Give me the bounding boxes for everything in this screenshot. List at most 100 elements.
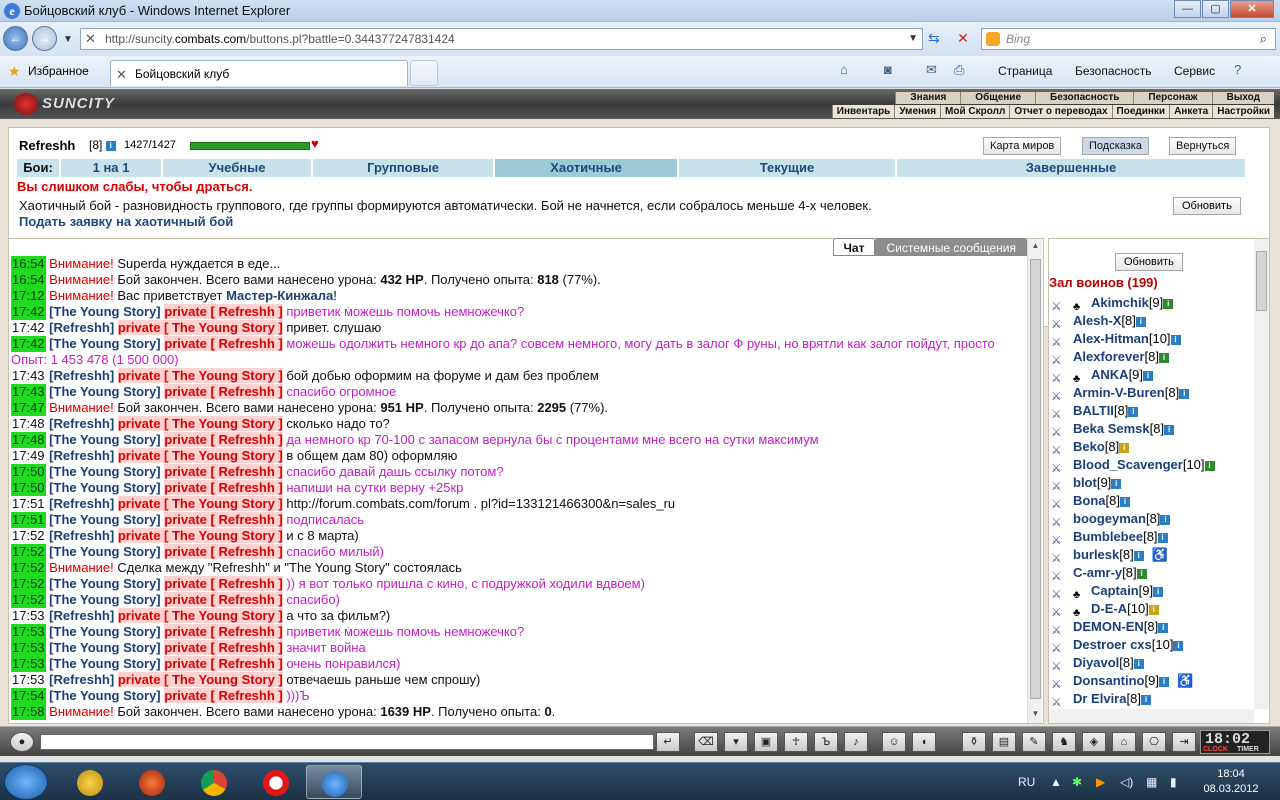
menu-skills[interactable]: Умения [894,105,941,118]
private-label[interactable]: private [ Refreshh ] [164,480,283,495]
fight-status-icon[interactable]: ⚔ [1051,567,1073,583]
user-info-icon[interactable]: i [1157,532,1168,543]
user-list-name[interactable]: Akimchik [1091,295,1149,310]
user-row[interactable]: ⚔ DEMON-EN[8] i [1051,618,1251,637]
chat-sender[interactable]: [Refreshh] [49,416,114,431]
private-label[interactable]: private [ Refreshh ] [164,688,283,703]
chat-scrollbar[interactable]: ▲ ▼ [1027,239,1042,723]
private-label[interactable]: private [ The Young Story ] [117,448,283,463]
history-dropdown-icon[interactable]: ▼ [63,34,73,45]
user-info-icon[interactable]: i [1148,604,1159,615]
chat-sender[interactable]: [The Young Story] [49,336,160,351]
user-info-icon[interactable]: i [1135,316,1146,327]
chat-sender[interactable]: [The Young Story] [49,464,160,479]
fight-status-icon[interactable]: ⚔ [1051,531,1073,547]
url-input[interactable]: ✕ http://suncity.combats.com/buttons.pl?… [80,28,923,50]
fight-status-icon[interactable]: ⚔ [1051,585,1073,601]
fight-status-icon[interactable]: ⚔ [1051,549,1073,565]
fight-status-icon[interactable]: ⚔ [1051,351,1073,367]
tab-training[interactable]: Учебные [163,159,313,177]
private-label[interactable]: private [ Refreshh ] [164,576,283,591]
user-row[interactable]: ⚔ C-amr-y[8] i [1051,564,1251,583]
smile-menu-icon[interactable]: ● [10,732,34,752]
user-list-name[interactable]: Beka Semsk [1073,421,1150,436]
tab-combats[interactable]: ✕ Бойцовский клуб [110,60,408,86]
safety-menu[interactable]: Безопасность [1075,64,1152,78]
user-info-icon[interactable]: i [1173,640,1184,651]
favorites-button[interactable]: Избранное [28,64,89,78]
tab-chaotic[interactable]: Хаотичные [495,159,679,177]
world-map-button[interactable]: Карта миров [983,137,1062,155]
taskbar-app-2[interactable] [124,765,180,799]
user-list-name[interactable]: burlesk [1073,547,1119,562]
search-input[interactable]: Bing ⌕ [981,28,1276,50]
users-scrollbar[interactable] [1254,239,1269,709]
fight-status-icon[interactable]: ⚔ [1051,441,1073,457]
private-label[interactable]: private [ Refreshh ] [164,640,283,655]
chat-sender[interactable]: [The Young Story] [49,576,160,591]
save-icon[interactable]: ▣ [754,732,778,752]
helmet-icon[interactable]: ♞ [1052,732,1076,752]
minimize-button[interactable]: — [1174,0,1201,18]
menu-communication[interactable]: Общение [960,92,1035,104]
stop-icon[interactable]: ✕ [953,28,973,48]
user-info-icon[interactable]: i [1164,424,1175,435]
close-button[interactable]: ✕ [1230,0,1274,18]
chat-sender[interactable]: [Refreshh] [49,608,114,623]
taskbar-ie[interactable] [306,765,362,799]
private-label[interactable]: private [ Refreshh ] [164,592,283,607]
user-list-name[interactable]: BALTII [1073,403,1114,418]
fighter-icon[interactable]: ☥ [784,732,808,752]
user-row[interactable]: ⚔ Blood_Scavenger[10] i [1051,456,1251,475]
user-list-name[interactable]: Beko [1073,439,1105,454]
user-list-name[interactable]: Captain [1091,583,1139,598]
tray-media-icon[interactable]: ▶ [1096,775,1105,789]
favorites-star-icon[interactable]: ★ [8,63,21,80]
emoticon-icon[interactable]: ☺ [882,732,906,752]
private-label[interactable]: private [ The Young Story ] [117,368,283,383]
sound-icon[interactable]: ♪ [844,732,868,752]
chat-sender[interactable]: [Refreshh] [49,496,114,511]
private-label[interactable]: private [ Refreshh ] [164,512,283,527]
fight-status-icon[interactable]: ⚔ [1051,495,1073,511]
user-info-icon[interactable]: i [1179,388,1190,399]
home-icon[interactable]: ⌂ [840,62,848,77]
user-list-name[interactable]: Armin-V-Buren [1073,385,1165,400]
user-info-icon[interactable]: i [1119,442,1130,453]
user-row[interactable]: ⚔ Beka Semsk[8] i [1051,420,1251,439]
scroll-icon[interactable]: ✎ [1022,732,1046,752]
private-label[interactable]: private [ The Young Story ] [117,608,283,623]
menu-fights[interactable]: Поединки [1111,105,1170,118]
network-icon[interactable]: ▦ [1146,775,1157,789]
language-indicator[interactable]: RU [1018,775,1035,789]
chat-input[interactable] [40,734,654,750]
private-label[interactable]: private [ The Young Story ] [117,320,283,335]
chat-sender[interactable]: [The Young Story] [49,480,160,495]
chat-sender[interactable]: [The Young Story] [49,512,160,527]
url-dropdown-icon[interactable]: ▼ [908,33,918,44]
tab-current[interactable]: Текущие [679,159,897,177]
user-info-icon[interactable]: i [1158,622,1169,633]
user-info-icon[interactable]: i [1153,586,1164,597]
fight-status-icon[interactable]: ⚔ [1051,603,1073,619]
user-row[interactable]: ⚔ ♣ ANKA[9] i [1051,366,1251,385]
system-clock[interactable]: 18:04 08.03.2012 [1196,767,1266,797]
user-row[interactable]: ⚔ ♣ Captain[9] i [1051,582,1251,601]
private-label[interactable]: private [ Refreshh ] [164,384,283,399]
user-list-name[interactable]: Alexforever [1073,349,1145,364]
private-label[interactable]: private [ Refreshh ] [164,464,283,479]
private-label[interactable]: private [ The Young Story ] [117,672,283,687]
user-list-name[interactable]: boogeyman [1073,511,1146,526]
user-name[interactable]: Refreshh [19,138,75,153]
user-row[interactable]: ⚔ Dr Elvira[8] i [1051,690,1251,709]
lock-icon[interactable]: ⌂ [1112,732,1136,752]
user-info-icon[interactable]: i [1143,370,1154,381]
chat-sender[interactable]: [The Young Story] [49,656,160,671]
info-icon[interactable]: i [105,140,116,151]
private-label[interactable]: private [ Refreshh ] [164,624,283,639]
fight-status-icon[interactable]: ⚔ [1051,315,1073,331]
chat-sender[interactable]: [The Young Story] [49,624,160,639]
mail-icon[interactable]: ✉ [926,62,937,78]
user-info-icon[interactable]: i [1133,550,1144,561]
shield-menu-icon[interactable]: ◈ [1082,732,1106,752]
